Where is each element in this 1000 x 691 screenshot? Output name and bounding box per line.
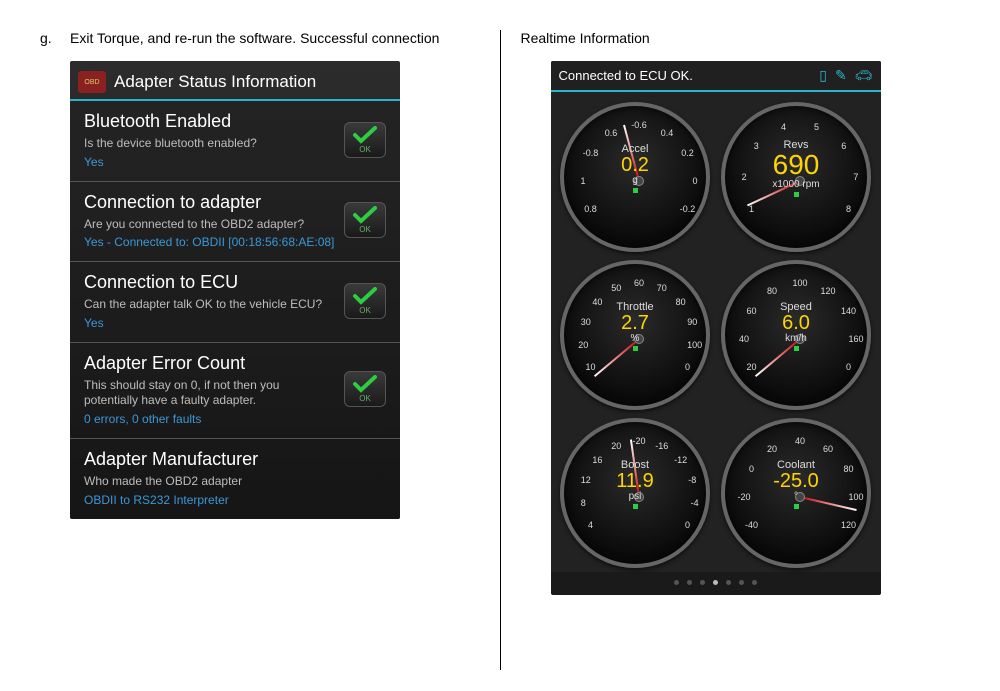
intro-text: Exit Torque, and re-run the software. Su… bbox=[70, 30, 480, 46]
status-title: Connection to adapter bbox=[84, 192, 336, 213]
gauge-accel[interactable]: 0.81-0.80.6-0.60.40.20-0.2Accel0.2g bbox=[560, 102, 710, 252]
page-indicator[interactable] bbox=[551, 572, 881, 595]
gauge-value: 11.9 bbox=[616, 471, 653, 491]
page-dot[interactable] bbox=[713, 580, 718, 585]
gauge-value: -25.0 bbox=[773, 471, 819, 491]
gauge-status-dot bbox=[794, 346, 799, 351]
page-dot[interactable] bbox=[700, 580, 705, 585]
phone-realtime: Connected to ECU OK. ▯ ✎ 🚗︎ 0.81-0.80.6-… bbox=[551, 61, 881, 595]
gauge-value: 6.0 bbox=[782, 313, 810, 333]
page-dot[interactable] bbox=[752, 580, 757, 585]
gauge-unit: g bbox=[632, 175, 638, 186]
status-item-0[interactable]: Bluetooth Enabled Is the device bluetooth… bbox=[70, 101, 400, 182]
gauge-unit: % bbox=[631, 333, 640, 344]
page-dot[interactable] bbox=[726, 580, 731, 585]
page-dot[interactable] bbox=[674, 580, 679, 585]
status-title: Bluetooth Enabled bbox=[84, 111, 336, 132]
gauge-speed[interactable]: 204060801001201401600Speed6.0km/h bbox=[721, 260, 871, 410]
gauge-status-dot bbox=[794, 504, 799, 509]
connection-status: Connected to ECU OK. bbox=[559, 68, 693, 83]
gauge-status-dot bbox=[794, 192, 799, 197]
status-value: Yes bbox=[84, 155, 336, 169]
phone-title: Adapter Status Information bbox=[114, 72, 316, 92]
ok-badge: OK bbox=[344, 371, 386, 407]
gauge-value: 0.2 bbox=[621, 155, 649, 175]
gauge-revs[interactable]: 12345678Revs690x1000 rpm bbox=[721, 102, 871, 252]
realtime-header: Connected to ECU OK. ▯ ✎ 🚗︎ bbox=[551, 61, 881, 92]
pencil-icon[interactable]: ✎ bbox=[835, 67, 847, 84]
status-value: Yes bbox=[84, 316, 336, 330]
ok-badge: OK bbox=[344, 122, 386, 158]
realtime-title: Realtime Information bbox=[521, 30, 961, 46]
status-item-1[interactable]: Connection to adapter Are you connected t… bbox=[70, 182, 400, 263]
phone-adapter-status: OBD Adapter Status Information Bluetooth… bbox=[70, 61, 400, 519]
gauge-unit: x1000 rpm bbox=[772, 179, 819, 190]
list-letter: g. bbox=[40, 30, 70, 46]
gauge-status-dot bbox=[633, 188, 638, 193]
car-icon[interactable]: 🚗︎ bbox=[855, 67, 873, 84]
page-dot[interactable] bbox=[739, 580, 744, 585]
gauge-throttle[interactable]: 1020304050607080901000Throttle2.7% bbox=[560, 260, 710, 410]
status-item-2[interactable]: Connection to ECU Can the adapter talk OK… bbox=[70, 262, 400, 343]
page-dot[interactable] bbox=[687, 580, 692, 585]
gauge-coolant[interactable]: -40-20020406080100120Coolant-25.0° bbox=[721, 418, 871, 568]
phone-icon[interactable]: ▯ bbox=[819, 67, 827, 84]
status-value: Yes - Connected to: OBDII [00:18:56:68:A… bbox=[84, 235, 336, 249]
status-item-3[interactable]: Adapter Error Count This should stay on 0… bbox=[70, 343, 400, 439]
status-item-4[interactable]: Adapter Manufacturer Who made the OBD2 ad… bbox=[70, 439, 400, 519]
status-value: 0 errors, 0 other faults bbox=[84, 412, 336, 426]
gauge-unit: km/h bbox=[785, 333, 807, 344]
gauge-status-dot bbox=[633, 346, 638, 351]
gauge-value: 2.7 bbox=[621, 313, 649, 333]
ok-badge: OK bbox=[344, 202, 386, 238]
gauge-unit: psi bbox=[629, 491, 642, 502]
gauge-boost[interactable]: 48121620-20-16-12-8-40Boost11.9psi bbox=[560, 418, 710, 568]
obd-logo-icon: OBD bbox=[78, 71, 106, 93]
gauge-unit: ° bbox=[794, 491, 798, 502]
status-desc: Are you connected to the OBD2 adapter? bbox=[84, 217, 336, 233]
status-title: Adapter Error Count bbox=[84, 353, 336, 374]
ok-badge: OK bbox=[344, 283, 386, 319]
status-desc: Who made the OBD2 adapter bbox=[84, 474, 378, 490]
status-desc: Is the device bluetooth enabled? bbox=[84, 136, 336, 152]
status-title: Adapter Manufacturer bbox=[84, 449, 378, 470]
status-desc: This should stay on 0, if not then you p… bbox=[84, 378, 336, 409]
gauge-status-dot bbox=[633, 504, 638, 509]
status-title: Connection to ECU bbox=[84, 272, 336, 293]
status-value: OBDII to RS232 Interpreter bbox=[84, 493, 378, 507]
gauge-value: 690 bbox=[773, 151, 820, 179]
phone-header: OBD Adapter Status Information bbox=[70, 61, 400, 101]
status-desc: Can the adapter talk OK to the vehicle E… bbox=[84, 297, 336, 313]
